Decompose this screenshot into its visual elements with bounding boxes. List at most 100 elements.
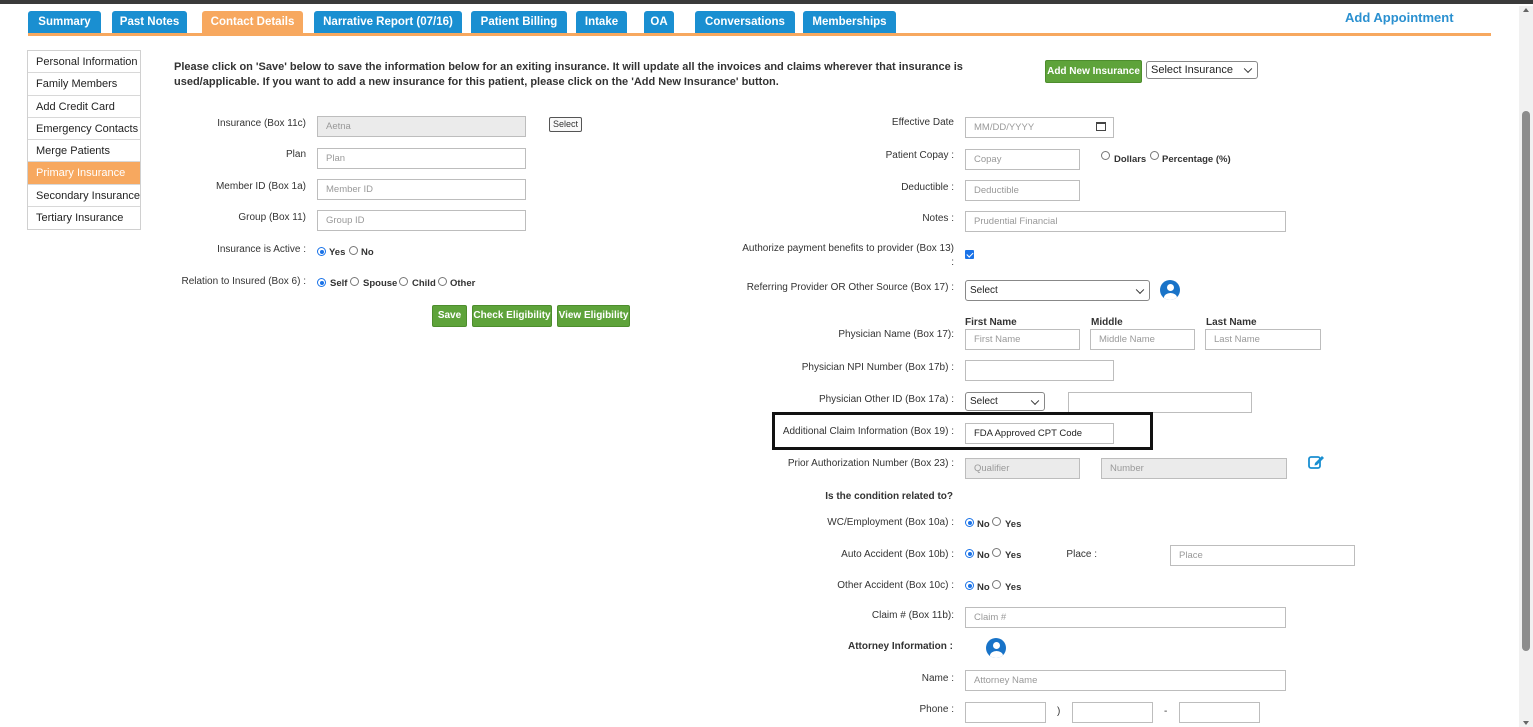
check-eligibility-button[interactable]: Check Eligibility xyxy=(472,305,552,327)
other-accident-yes-radio[interactable] xyxy=(992,580,1001,589)
percentage-label: Percentage (%) xyxy=(1162,154,1231,165)
save-button[interactable]: Save xyxy=(432,305,467,327)
select-insurance-value: Select Insurance xyxy=(1151,64,1233,76)
notes-input[interactable]: Prudential Financial xyxy=(965,211,1286,232)
sidebar-item-personal-information[interactable]: Personal Information xyxy=(28,51,140,74)
tab-summary[interactable]: Summary xyxy=(28,11,101,33)
tab-contact-details[interactable]: Contact Details xyxy=(202,11,303,33)
add-appointment-link[interactable]: Add Appointment xyxy=(1345,10,1454,25)
wc-yes-label: Yes xyxy=(1005,519,1022,530)
attorney-user-icon[interactable] xyxy=(986,638,1006,658)
sidebar-item-secondary-insurance[interactable]: Secondary Insurance xyxy=(28,185,140,208)
tab-memberships[interactable]: Memberships xyxy=(803,11,896,33)
relation-other-radio[interactable] xyxy=(438,277,447,286)
deductible-input[interactable]: Deductible xyxy=(965,180,1080,201)
sidebar-item-family-members[interactable]: Family Members xyxy=(28,73,140,96)
tab-narrative-report[interactable]: Narrative Report (07/16) xyxy=(314,11,462,33)
auto-no-radio[interactable] xyxy=(965,549,974,558)
prior-auth-label: Prior Authorization Number (Box 23) : xyxy=(787,458,954,469)
physician-middle-name-input[interactable]: Middle Name xyxy=(1090,329,1195,350)
place-label: Place : xyxy=(1066,549,1097,560)
chevron-down-icon xyxy=(1135,285,1145,294)
other-accident-no-label: No xyxy=(977,582,990,593)
sidebar-item-add-credit-card[interactable]: Add Credit Card xyxy=(28,96,140,118)
relation-spouse-label: Spouse xyxy=(363,278,398,289)
active-yes-radio[interactable] xyxy=(317,247,326,256)
referring-provider-dropdown[interactable]: Select xyxy=(965,280,1150,301)
other-id-dropdown[interactable]: Select xyxy=(965,392,1045,411)
tab-oa[interactable]: OA xyxy=(644,11,674,33)
prior-auth-qualifier-input[interactable]: Qualifier xyxy=(965,458,1080,479)
effective-date-label: Effective Date xyxy=(891,117,954,128)
scrollbar[interactable] xyxy=(1519,6,1533,727)
wc-no-radio[interactable] xyxy=(965,518,974,527)
phone-prefix-input[interactable] xyxy=(1072,702,1153,723)
other-accident-no-radio[interactable] xyxy=(965,581,974,590)
physician-first-name-input[interactable]: First Name xyxy=(965,329,1080,350)
member-id-input[interactable]: Member ID xyxy=(317,179,526,200)
relation-self-label: Self xyxy=(330,278,348,289)
top-bar xyxy=(0,0,1533,4)
plan-input[interactable]: Plan xyxy=(317,148,526,169)
referring-provider-label: Referring Provider OR Other Source (Box … xyxy=(746,282,954,293)
sidebar-item-merge-patients[interactable]: Merge Patients xyxy=(28,140,140,163)
phone-area-input[interactable] xyxy=(965,702,1046,723)
insurance-field[interactable]: Aetna xyxy=(317,116,526,137)
calendar-icon[interactable] xyxy=(1096,122,1106,131)
phone-line-input[interactable] xyxy=(1179,702,1260,723)
relation-label: Relation to Insured (Box 6) : xyxy=(181,276,306,287)
first-name-header: First Name xyxy=(965,317,1017,328)
active-yes-label: Yes xyxy=(329,247,346,258)
insurance-select-button[interactable]: Select xyxy=(549,117,582,132)
view-eligibility-button[interactable]: View Eligibility xyxy=(557,305,630,327)
copay-input[interactable]: Copay xyxy=(965,149,1080,170)
authorize-checkbox[interactable] xyxy=(965,250,974,259)
insurance-label: Insurance (Box 11c) xyxy=(217,118,306,129)
relation-spouse-radio[interactable] xyxy=(350,277,359,286)
relation-self-radio[interactable] xyxy=(317,278,326,287)
auto-accident-label: Auto Accident (Box 10b) : xyxy=(841,549,954,560)
sidebar-item-primary-insurance[interactable]: Primary Insurance xyxy=(28,162,140,185)
npi-input[interactable] xyxy=(965,360,1114,381)
phone-paren: ) xyxy=(1057,706,1061,717)
wc-employment-label: WC/Employment (Box 10a) : xyxy=(827,517,954,528)
user-icon[interactable] xyxy=(1160,280,1180,300)
referring-provider-value: Select xyxy=(970,285,998,296)
tab-intake[interactable]: Intake xyxy=(576,11,627,33)
scroll-up-icon[interactable] xyxy=(1523,8,1529,12)
effective-date-input[interactable]: MM/DD/YYYY xyxy=(965,117,1114,138)
scrollbar-thumb[interactable] xyxy=(1522,111,1530,651)
other-id-input[interactable] xyxy=(1068,392,1252,413)
phone-label: Phone : xyxy=(919,704,954,715)
claim-number-input[interactable]: Claim # xyxy=(965,607,1286,628)
prior-auth-number-input[interactable]: Number xyxy=(1101,458,1287,479)
tab-conversations[interactable]: Conversations xyxy=(695,11,795,33)
percentage-radio[interactable] xyxy=(1150,151,1159,160)
add-new-insurance-button[interactable]: Add New Insurance xyxy=(1045,60,1142,83)
tab-past-notes[interactable]: Past Notes xyxy=(112,11,187,33)
sidebar-item-tertiary-insurance[interactable]: Tertiary Insurance xyxy=(28,207,140,229)
place-input[interactable]: Place xyxy=(1170,545,1355,566)
auto-yes-radio[interactable] xyxy=(992,548,1001,557)
active-no-radio[interactable] xyxy=(349,246,358,255)
additional-claim-input[interactable]: FDA Approved CPT Code xyxy=(965,423,1114,444)
relation-child-radio[interactable] xyxy=(399,277,408,286)
group-label: Group (Box 11) xyxy=(238,212,306,223)
additional-claim-label: Additional Claim Information (Box 19) : xyxy=(782,426,954,437)
plan-label: Plan xyxy=(285,149,306,160)
edit-icon[interactable] xyxy=(1308,454,1325,470)
npi-label: Physician NPI Number (Box 17b) : xyxy=(801,362,954,373)
attorney-name-label: Name : xyxy=(921,673,954,684)
tab-patient-billing[interactable]: Patient Billing xyxy=(471,11,567,33)
insurance-active-label: Insurance is Active : xyxy=(217,244,306,255)
dollars-radio[interactable] xyxy=(1101,151,1110,160)
select-insurance-dropdown[interactable]: Select Insurance xyxy=(1146,61,1258,79)
wc-yes-radio[interactable] xyxy=(992,517,1001,526)
relation-other-label: Other xyxy=(450,278,476,289)
group-id-input[interactable]: Group ID xyxy=(317,210,526,231)
attorney-name-input[interactable]: Attorney Name xyxy=(965,670,1286,691)
physician-last-name-input[interactable]: Last Name xyxy=(1205,329,1321,350)
sidebar-item-emergency-contacts[interactable]: Emergency Contacts xyxy=(28,118,140,141)
scroll-down-icon[interactable] xyxy=(1523,721,1529,725)
other-accident-label: Other Accident (Box 10c) : xyxy=(837,580,954,591)
